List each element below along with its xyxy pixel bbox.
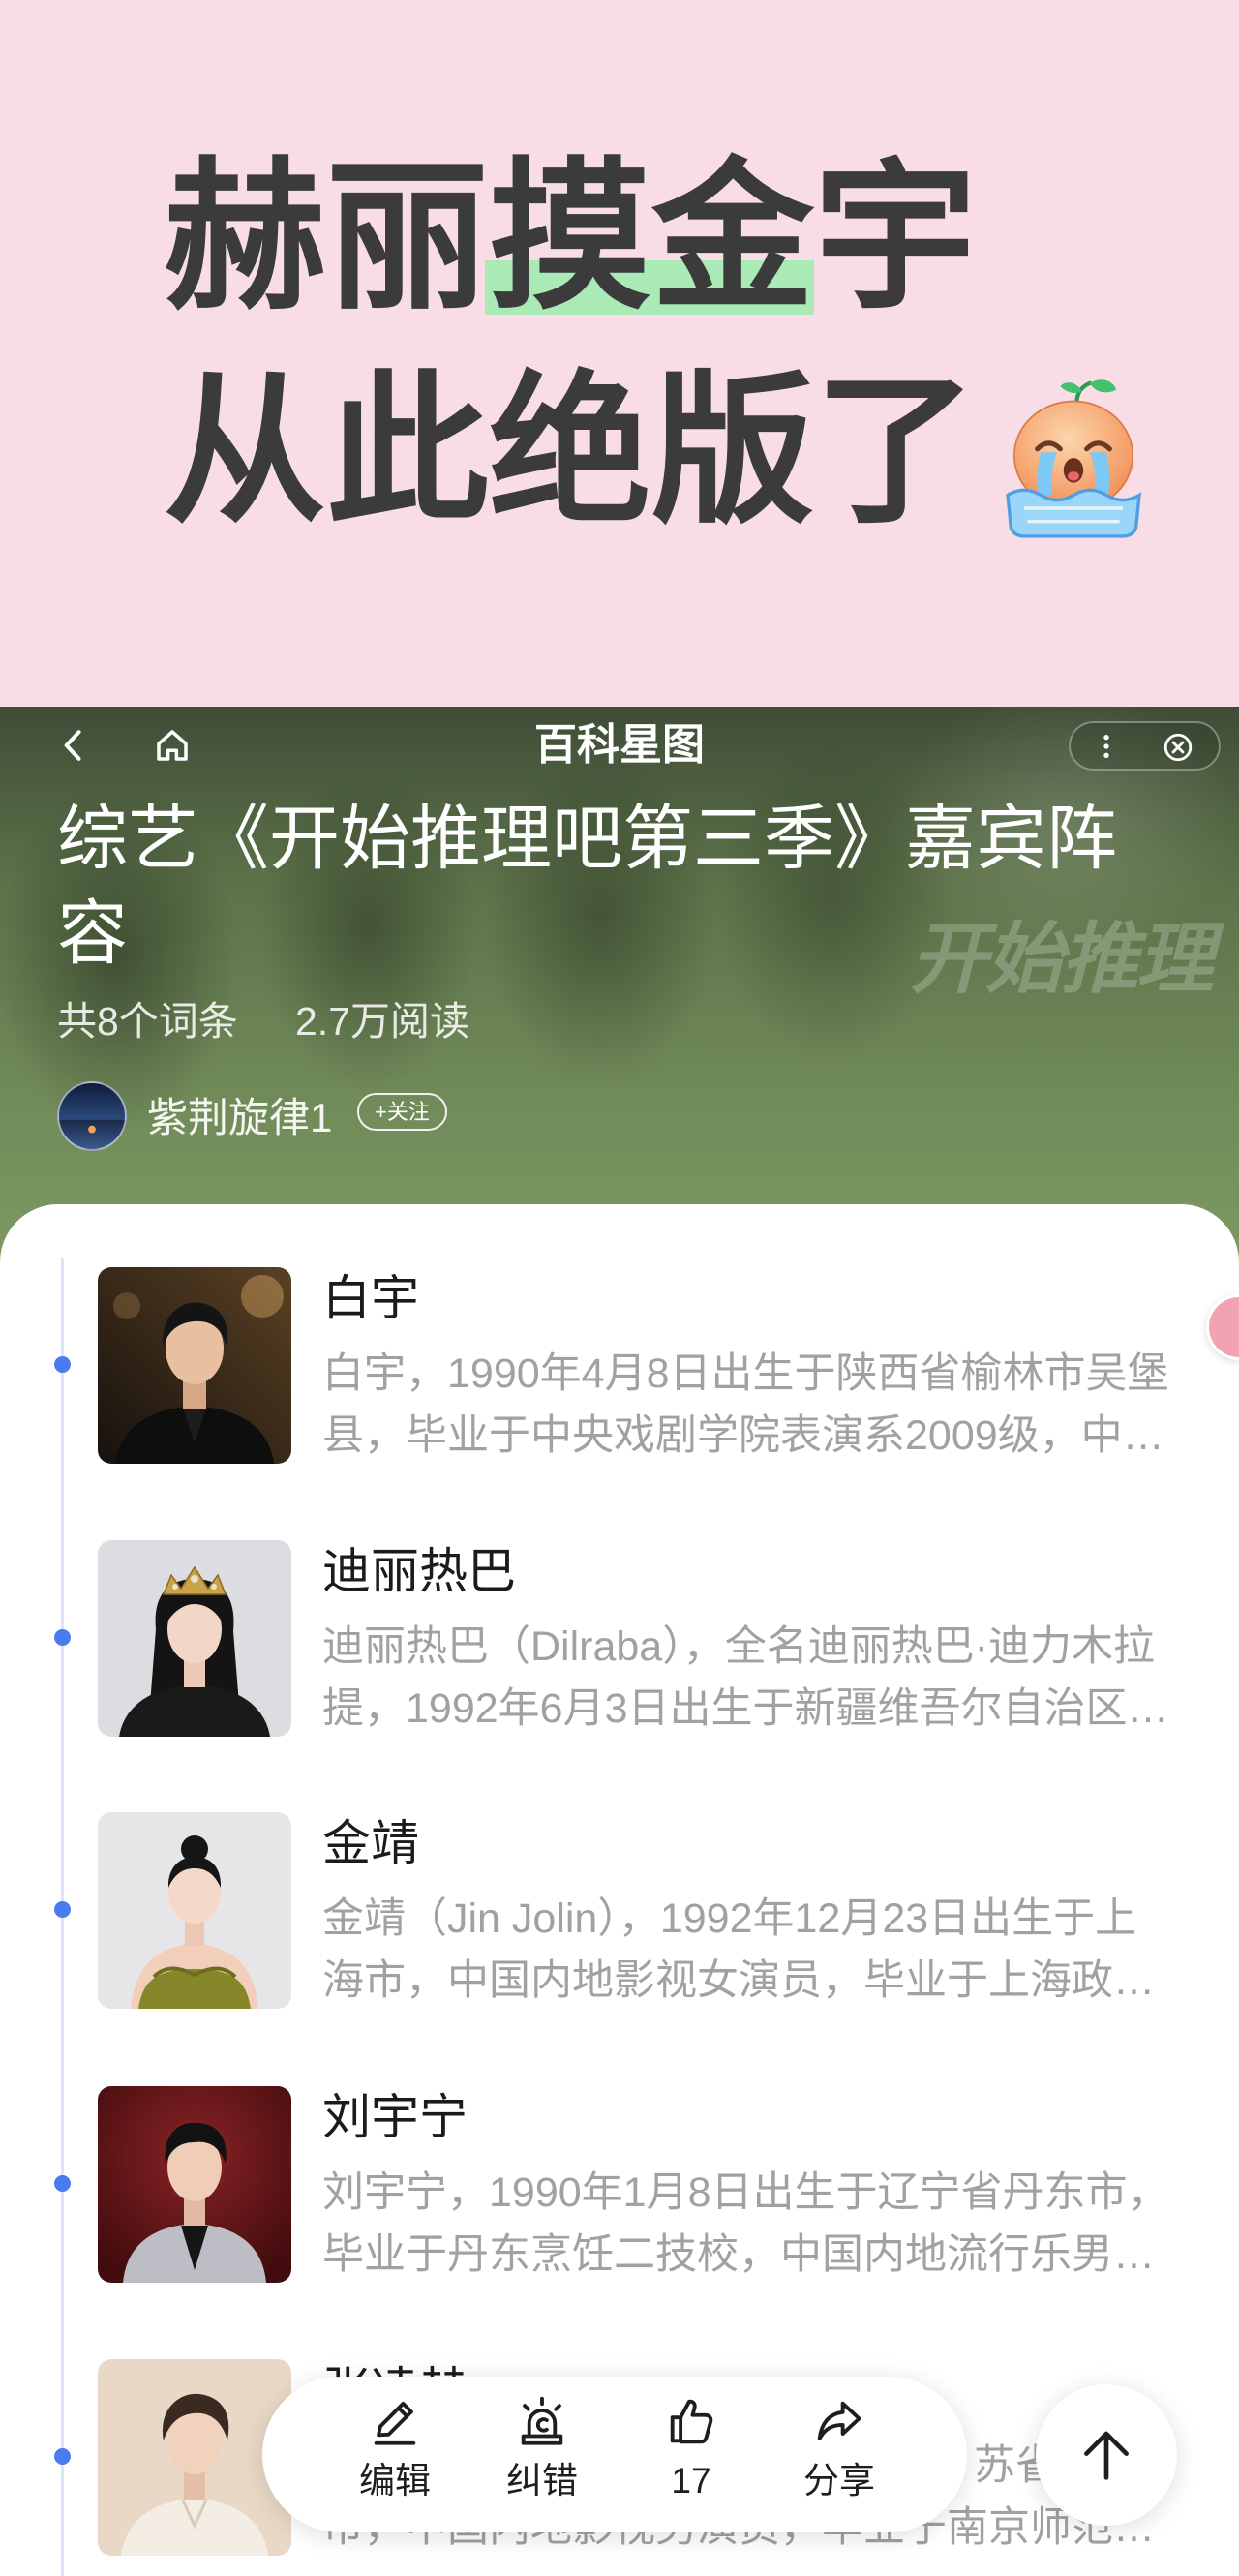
author-name[interactable]: 紫荆旋律1 bbox=[147, 1094, 332, 1142]
portrait-illustration bbox=[98, 1267, 291, 1464]
close-circle-icon[interactable] bbox=[1162, 731, 1194, 764]
entry-description-line: 刘宇宁，1990年1月8日出生于辽宁省丹东市， bbox=[322, 2169, 1169, 2216]
entry-photo[interactable] bbox=[98, 2086, 291, 2283]
cover-banner: 赫丽摸金宇 从此绝版了 bbox=[0, 0, 1239, 707]
banner-text: 赫丽 bbox=[164, 146, 489, 328]
mini-program-capsule bbox=[1069, 721, 1221, 771]
timeline-dot bbox=[54, 2448, 71, 2465]
arrow-up-icon bbox=[1084, 2431, 1129, 2480]
banner-highlighted-text: 摸金 bbox=[489, 146, 814, 328]
portrait-illustration bbox=[98, 1540, 291, 1737]
banner-headline-line-2: 从此绝版了 bbox=[164, 360, 977, 542]
entry-item[interactable]: 迪丽热巴 迪丽热巴（Dilraba），全名迪丽热巴·迪力木拉 提，1992年6月… bbox=[0, 1540, 1239, 1813]
portrait-illustration bbox=[98, 1812, 291, 2009]
banner-text: 宇 bbox=[814, 146, 977, 328]
entry-description-line: 县，毕业于中央戏剧学院表演系2009级，中… bbox=[322, 1412, 1164, 1459]
entry-name[interactable]: 刘宇宁 bbox=[322, 2090, 468, 2144]
like-button[interactable]: 17 bbox=[628, 2377, 754, 2532]
entry-description-line: 海市，中国内地影视女演员，毕业于上海政… bbox=[322, 1957, 1155, 2004]
more-vertical-icon[interactable] bbox=[1091, 731, 1122, 762]
share-label: 分享 bbox=[803, 2461, 875, 2500]
siren-icon bbox=[521, 2396, 563, 2445]
timeline-dot bbox=[54, 1356, 71, 1373]
follow-button[interactable]: +关注 bbox=[357, 1093, 447, 1131]
author-avatar[interactable] bbox=[57, 1081, 127, 1151]
chevron-left-icon[interactable] bbox=[52, 724, 95, 767]
entry-item[interactable]: 白宇 白宇，1990年4月8日出生于陕西省榆林市吴堡 县，毕业于中央戏剧学院表演… bbox=[0, 1267, 1239, 1540]
nav-title: 百科星图 bbox=[534, 721, 705, 769]
crying-face-emoji-icon bbox=[1006, 379, 1142, 538]
entry-description-line: 提，1992年6月3日出生于新疆维吾尔自治区… bbox=[322, 1685, 1169, 1732]
entry-photo[interactable] bbox=[98, 1267, 291, 1464]
topic-header: 开始推理 百科星图 综艺《开始推理吧第三季》嘉宾阵容 共8个词条 2.7万阅读 … bbox=[0, 707, 1239, 1288]
page-title: 综艺《开始推理吧第三季》嘉宾阵容 bbox=[57, 800, 1117, 973]
entry-description-line: 金靖（Jin Jolin），1992年12月23日出生于上 bbox=[322, 1895, 1137, 1942]
edit-button[interactable]: 编辑 bbox=[332, 2377, 458, 2532]
entry-name[interactable]: 白宇 bbox=[322, 1271, 419, 1325]
entry-name[interactable]: 迪丽热巴 bbox=[322, 1544, 516, 1598]
entry-count: 共8个词条 bbox=[57, 999, 238, 1044]
scroll-to-top-button[interactable] bbox=[1036, 2384, 1177, 2526]
edit-label: 编辑 bbox=[359, 2461, 431, 2500]
share-button[interactable]: 分享 bbox=[776, 2377, 902, 2532]
timeline-dot bbox=[54, 1901, 71, 1918]
entry-item[interactable]: 刘宇宁 刘宇宁，1990年1月8日出生于辽宁省丹东市， 毕业于丹东烹饪二技校，中… bbox=[0, 2086, 1239, 2359]
report-error-label: 纠错 bbox=[506, 2461, 578, 2500]
thumbs-up-icon bbox=[670, 2399, 713, 2444]
entry-item[interactable]: 金靖 金靖（Jin Jolin），1992年12月23日出生于上 海市，中国内地… bbox=[0, 1812, 1239, 2085]
share-arrow-icon bbox=[817, 2401, 861, 2440]
entry-description-line: 毕业于丹东烹饪二技校，中国内地流行乐男… bbox=[322, 2231, 1155, 2278]
timeline-dot bbox=[54, 1629, 71, 1646]
entry-description-line: 迪丽热巴（Dilraba），全名迪丽热巴·迪力木拉 bbox=[322, 1623, 1156, 1670]
pencil-icon bbox=[374, 2401, 416, 2445]
portrait-illustration bbox=[98, 2086, 291, 2283]
home-icon[interactable] bbox=[152, 725, 193, 766]
entry-description-line: 白宇，1990年4月8日出生于陕西省榆林市吴堡 bbox=[322, 1350, 1169, 1397]
report-error-button[interactable]: 纠错 bbox=[479, 2377, 605, 2532]
timeline-dot bbox=[54, 2175, 71, 2192]
entry-photo[interactable] bbox=[98, 1540, 291, 1737]
entry-photo[interactable] bbox=[98, 1812, 291, 2009]
read-count: 2.7万阅读 bbox=[295, 999, 469, 1044]
entry-name[interactable]: 金靖 bbox=[322, 1816, 419, 1870]
bottom-action-bar: 编辑 纠错 17 分享 bbox=[262, 2377, 967, 2532]
like-count: 17 bbox=[671, 2461, 711, 2500]
banner-headline-line-1: 赫丽摸金宇 bbox=[164, 156, 977, 318]
